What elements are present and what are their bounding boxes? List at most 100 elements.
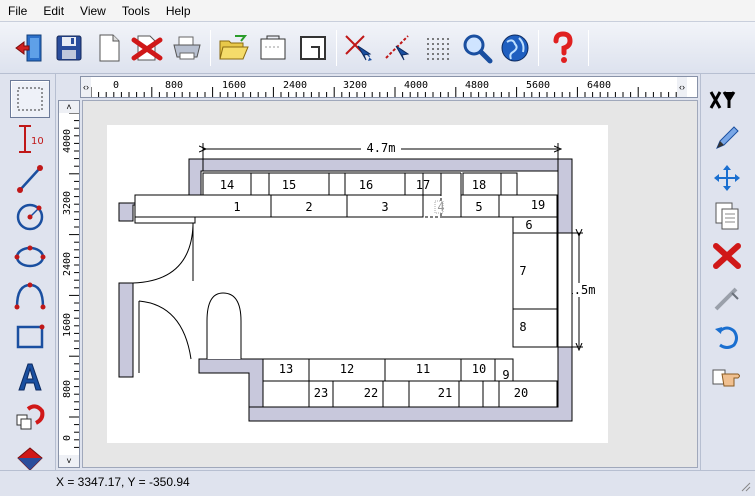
save-button[interactable] [50,28,88,68]
door-swing-arc [132,224,194,284]
help-button[interactable] [544,28,582,68]
menu-edit[interactable]: Edit [35,0,72,22]
hand-pointer-icon [712,369,740,387]
ellipse-icon [14,245,46,268]
cabinet-label: 10 [472,362,486,376]
rotate-arrow-icon [715,326,738,349]
cabinet-label: 15 [282,178,296,192]
ruler-label: 4800 [465,80,490,91]
room-template-button[interactable] [254,28,292,68]
menu-bar: File Edit View Tools Help [0,0,755,22]
new-document-button[interactable] [90,28,128,68]
text-tool[interactable] [10,358,50,396]
ruler-label: 800 [62,379,73,398]
left-tool-panel: 10 [0,74,56,484]
menu-tools[interactable]: Tools [114,0,158,22]
cabinet-gap [458,380,484,408]
resize-grip-icon[interactable] [739,480,751,492]
cabinet-1 [134,194,272,218]
ruler-scroll-up-icon[interactable]: ˄ [59,101,79,113]
toolbar-separator [210,30,211,66]
cabinet-label: 17 [416,178,430,192]
select-tool-button[interactable] [340,28,378,68]
ruler-scroll-right-icon[interactable]: ‹› [677,77,687,97]
horizontal-ruler[interactable]: ‹› 0 800 1600 2400 3200 4000 4800 5600 6… [80,76,698,98]
open-folder-icon [219,35,249,60]
drawing-canvas[interactable]: 4.7m 1.5m 14 15 16 17 18 1 2 3 4 5 19 6 … [82,100,698,468]
ruler-label: 1600 [222,80,247,91]
ruler-label: 800 [165,80,184,91]
menu-help[interactable]: Help [158,0,199,22]
rotate-copy-icon [16,404,45,430]
delete-button[interactable] [706,238,748,274]
vertical-ruler[interactable]: ˄ 4000 3200 2400 1600 800 0 ˅ [58,100,80,468]
cabinet-label: 6 [525,218,532,232]
circle-tool[interactable] [10,198,50,236]
right-tool-panel [700,74,755,484]
door-frame [134,216,196,224]
open-button[interactable] [215,28,253,68]
arc-tool[interactable] [10,278,50,316]
cabinet-label: 23 [314,386,328,400]
move-button[interactable] [706,160,748,196]
clear-page-icon [131,35,163,61]
toolbar-separator [336,30,337,66]
zoom-button[interactable] [458,28,496,68]
question-mark-icon [553,31,573,63]
cabinet-label: 9 [502,368,509,382]
cabinet-gap [482,380,500,408]
dimension-icon: 10 [19,125,44,153]
coordinate-input-button[interactable] [706,82,748,118]
rectangle-tool[interactable] [10,318,50,356]
ruler-label: 2400 [283,80,308,91]
split-line-button[interactable] [706,280,748,316]
web-button[interactable] [496,28,534,68]
rotate-object-tool[interactable] [10,398,50,436]
line-icon [17,165,43,193]
dimension-tool[interactable]: 10 [10,120,50,158]
toolbar-separator [588,30,589,66]
grid-toggle-button[interactable] [420,28,458,68]
cabinet-label: 12 [340,362,354,376]
ruler-scroll-left-icon[interactable]: ‹› [81,77,91,97]
cabinet-15 [268,172,330,196]
hand-pan-button[interactable] [706,360,748,396]
line-tool[interactable] [10,160,50,198]
cabinet-label: 18 [472,178,486,192]
arched-niche [206,292,242,359]
copy-button[interactable] [706,198,748,234]
cabinet-label: 19 [531,198,545,212]
cabinet-label: 13 [279,362,293,376]
floor-plan[interactable]: 4.7m 1.5m 14 15 16 17 18 1 2 3 4 5 19 6 … [83,101,698,468]
exit-door-icon [15,34,42,62]
rectangle-icon [16,324,45,349]
pencil-icon [716,126,739,149]
window-opening [557,232,573,348]
ruler-label: 3200 [343,80,368,91]
rotate-button[interactable] [706,320,748,356]
svg-text:10: 10 [31,136,44,147]
menu-file[interactable]: File [0,0,35,22]
ruler-scroll-down-icon[interactable]: ˅ [59,455,79,467]
cursor-coordinates: X = 3347.17, Y = -350.94 [56,475,190,489]
cabinet-label: 5 [475,200,482,214]
ruler-label: 2400 [62,251,73,276]
ruler-label: 6400 [587,80,612,91]
print-button[interactable] [168,28,206,68]
ellipse-tool[interactable] [10,238,50,276]
menu-view[interactable]: View [72,0,114,22]
cross-select-icon [345,35,372,61]
exit-button[interactable] [10,28,48,68]
move-arrows-icon [714,165,740,191]
circle-icon [16,203,44,231]
ruler-label: 3200 [62,190,73,215]
dashed-rectangle-icon [17,87,43,111]
rectangle-select-tool[interactable] [10,80,50,118]
cabinet-label: 2 [305,200,312,214]
delete-all-button[interactable] [128,28,166,68]
edit-pencil-button[interactable] [706,120,748,156]
cabinet-label: 11 [416,362,430,376]
globe-icon [501,34,529,62]
room-shape-button[interactable] [294,28,332,68]
select-area-button[interactable] [380,28,418,68]
